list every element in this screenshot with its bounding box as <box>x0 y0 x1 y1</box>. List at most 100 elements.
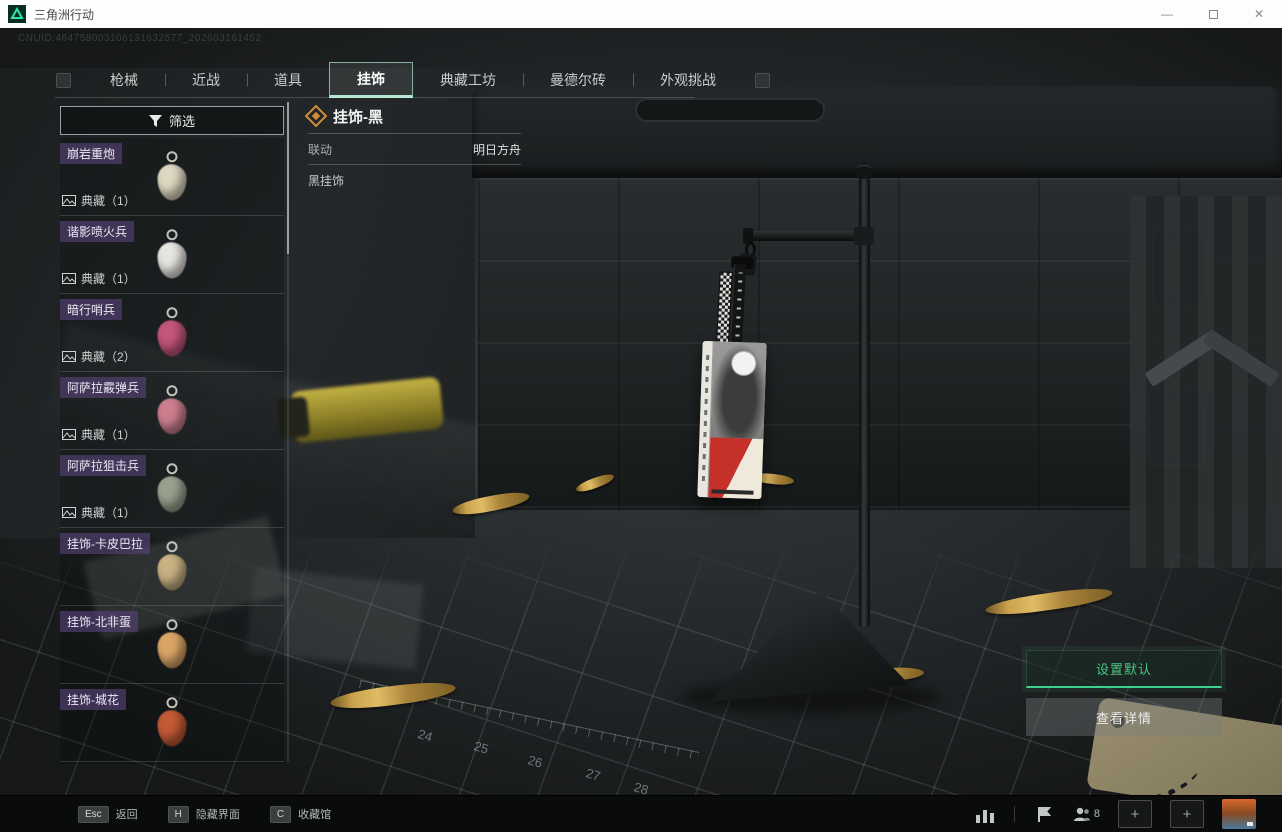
prev-tab-key-icon <box>56 73 71 88</box>
collab-value: 明日方舟 <box>473 141 521 158</box>
event-thumbnail[interactable] <box>1222 799 1256 829</box>
window-titlebar: 三角洲行动 — ✕ <box>0 0 1282 28</box>
nav-tab[interactable]: 曼德尔砖 <box>523 62 633 98</box>
charm-thumbnail <box>142 385 202 441</box>
sidebar-list: 崩岩重炮 典藏（1） 谐影喷火兵 典藏（1） 暗行哨兵 <box>60 138 284 764</box>
collection-count: 典藏（1） <box>81 270 136 287</box>
keycap: H <box>168 806 189 823</box>
nav-tab[interactable]: 挂饰 <box>329 62 413 98</box>
sidebar-charm-item[interactable]: 挂饰-城花 <box>60 684 284 762</box>
game-window: 三角洲行动 — ✕ 2425262728 <box>0 0 1282 832</box>
filter-button[interactable]: 筛选 <box>60 106 284 135</box>
friends-icon <box>1073 806 1091 822</box>
add-slot-button[interactable]: + <box>1118 800 1152 828</box>
close-button[interactable]: ✕ <box>1236 0 1282 28</box>
filter-icon <box>149 115 162 127</box>
window-controls: — ✕ <box>1144 0 1282 28</box>
collection-badge: 典藏（1） <box>62 504 136 521</box>
collab-label: 联动 <box>308 141 332 158</box>
collection-badge: 典藏（1） <box>62 192 136 209</box>
minimize-button[interactable]: — <box>1144 0 1190 28</box>
collection-icon <box>62 195 76 206</box>
filter-label: 筛选 <box>169 111 195 130</box>
keyring-icon <box>167 697 178 708</box>
charm-name-label: 崩岩重炮 <box>60 143 122 164</box>
collection-count: 典藏（1） <box>81 192 136 209</box>
divider <box>308 164 521 165</box>
nav-tabs: 枪械 近战 道具 挂饰 典藏工坊 曼德尔砖 外观挑战 <box>83 62 743 98</box>
hotkey-label: 收藏馆 <box>298 806 331 822</box>
add-slot-button[interactable]: + <box>1170 800 1204 828</box>
collection-badge: 典藏（2） <box>62 348 136 365</box>
nav-tab[interactable]: 道具 <box>247 62 329 98</box>
collection-count: 典藏（2） <box>81 348 136 365</box>
nav-tab-label: 外观挑战 <box>660 70 716 90</box>
charm-figure <box>158 164 187 200</box>
nav-tab[interactable]: 近战 <box>165 62 247 98</box>
nav-tab-label: 挂饰 <box>357 69 385 89</box>
charm-name-label: 挂饰-卡皮巴拉 <box>60 533 150 554</box>
nav-underline <box>55 97 695 98</box>
statusbar-right: 8 + + <box>974 799 1256 829</box>
nav-tab-label: 近战 <box>192 70 220 90</box>
collection-count: 典藏（1） <box>81 504 136 521</box>
hotkey-hint: Esc 返回 <box>78 806 138 823</box>
flag-icon[interactable] <box>1033 805 1055 823</box>
charm-figure <box>158 476 187 512</box>
divider <box>308 133 521 134</box>
charm-figure <box>158 398 187 434</box>
sidebar-charm-item[interactable]: 崩岩重炮 典藏（1） <box>60 138 284 216</box>
charm-figure <box>158 632 187 668</box>
collection-icon <box>62 351 76 362</box>
sidebar-charm-item[interactable]: 暗行哨兵 典藏（2） <box>60 294 284 372</box>
charm-thumbnail <box>142 697 202 753</box>
charm-thumbnail <box>142 229 202 285</box>
charm-figure <box>158 710 187 746</box>
charm-name-label: 阿萨拉霰弹兵 <box>60 377 146 398</box>
nav-tab[interactable]: 典藏工坊 <box>413 62 523 98</box>
view-details-button[interactable]: 查看详情 <box>1026 698 1222 736</box>
sidebar-charm-item[interactable]: 挂饰-卡皮巴拉 <box>60 528 284 606</box>
charm-thumbnail <box>142 307 202 363</box>
hotkey-label: 隐藏界面 <box>196 806 240 822</box>
keyring-icon <box>167 385 178 396</box>
nav-tab-label: 曼德尔砖 <box>550 70 606 90</box>
charm-name-label: 挂饰-城花 <box>60 689 126 710</box>
friends-status[interactable]: 8 <box>1073 806 1100 822</box>
nav-tab-label: 典藏工坊 <box>440 70 496 90</box>
maximize-button[interactable] <box>1190 0 1236 28</box>
charm-title: 挂饰-黑 <box>333 106 383 127</box>
collection-badge: 典藏（1） <box>62 426 136 443</box>
sidebar-scrollbar-thumb[interactable] <box>287 102 289 254</box>
nav-tab-label: 道具 <box>274 70 302 90</box>
maximize-icon <box>1209 10 1218 19</box>
hotkey-hint: H 隐藏界面 <box>168 806 240 823</box>
keyring-icon <box>167 151 178 162</box>
sidebar-charm-item[interactable]: 挂饰-北非蛋 <box>60 606 284 684</box>
rarity-diamond-icon <box>305 105 328 128</box>
sidebar-charm-item[interactable]: 谐影喷火兵 典藏（1） <box>60 216 284 294</box>
sidebar-charm-item[interactable]: 阿萨拉狙击兵 典藏（1） <box>60 450 284 528</box>
nav-tab-label: 枪械 <box>110 70 138 90</box>
nav-tab[interactable]: 外观挑战 <box>633 62 743 98</box>
charm-thumbnail <box>142 541 202 597</box>
nav-tab[interactable]: 枪械 <box>83 62 165 98</box>
keyring-icon <box>167 463 178 474</box>
next-tab-key-icon <box>755 73 770 88</box>
stats-chart-icon[interactable] <box>974 805 996 823</box>
collection-count: 典藏（1） <box>81 426 136 443</box>
charm-name-label: 暗行哨兵 <box>60 299 122 320</box>
charm-name-label: 挂饰-北非蛋 <box>60 611 138 632</box>
charm-thumbnail <box>142 151 202 207</box>
hotkey-label: 返回 <box>116 806 138 822</box>
keyring-icon <box>167 619 178 630</box>
set-default-button[interactable]: 设置默认 <box>1026 650 1222 688</box>
sidebar-charm-item[interactable]: 阿萨拉霰弹兵 典藏（1） <box>60 372 284 450</box>
bottom-bar: Esc 返回 H 隐藏界面 C 收藏馆 8 + + <box>0 795 1282 832</box>
friends-count: 8 <box>1094 808 1100 820</box>
charm-thumbnail <box>142 619 202 675</box>
charm-figure <box>158 320 187 356</box>
charm-name-label: 谐影喷火兵 <box>60 221 134 242</box>
app-logo-icon <box>8 5 26 23</box>
separator <box>1014 806 1015 822</box>
